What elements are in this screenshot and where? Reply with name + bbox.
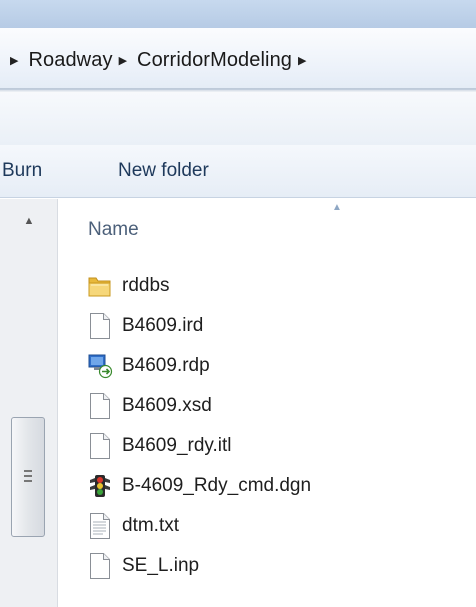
microstation-dgn-icon	[86, 470, 114, 502]
list-item[interactable]: B4609.rdp	[86, 349, 210, 383]
file-name: rddbs	[122, 275, 170, 296]
grip-icon	[24, 470, 32, 482]
file-name: B4609.xsd	[122, 395, 212, 416]
navigation-pane-scrollbar[interactable]: ▲	[0, 199, 58, 607]
folder-icon	[86, 270, 114, 302]
list-item[interactable]: B4609_rdy.itl	[86, 429, 232, 463]
file-icon	[86, 550, 114, 582]
remote-desktop-file-icon	[86, 350, 114, 382]
file-name: dtm.txt	[122, 515, 180, 536]
file-name: B-4609_Rdy_cmd.dgn	[122, 475, 312, 496]
text-file-icon	[86, 510, 114, 542]
list-item[interactable]: B4609.xsd	[86, 389, 212, 423]
breadcrumb-item-roadway[interactable]: Roadway	[28, 49, 112, 72]
file-name: SE_L.inp	[122, 555, 200, 576]
command-toolbar: Burn New folder	[0, 145, 476, 198]
breadcrumb-item-corridormodeling[interactable]: CorridorModeling	[137, 49, 292, 72]
column-header-name[interactable]: Name	[88, 219, 139, 241]
window-top-strip	[0, 0, 476, 28]
address-bar[interactable]: ▶ Roadway ▶ CorridorModeling ▶	[0, 28, 476, 90]
breadcrumb-arrow-icon[interactable]: ▶	[298, 54, 306, 67]
scroll-up-icon[interactable]: ▲	[18, 213, 40, 229]
list-item[interactable]: rddbs	[86, 269, 170, 303]
file-name: B4609_rdy.itl	[122, 435, 232, 456]
file-list: ▲ Name rddbs B4609.ird B4609.rdp B4609.x…	[58, 199, 476, 607]
breadcrumb: ▶ Roadway ▶ CorridorModeling ▶	[10, 43, 317, 77]
file-icon	[86, 310, 114, 342]
file-name: B4609.rdp	[122, 355, 210, 376]
breadcrumb-arrow-icon[interactable]: ▶	[10, 54, 18, 67]
list-item[interactable]: B4609.ird	[86, 309, 203, 343]
new-folder-button[interactable]: New folder	[118, 160, 209, 182]
burn-button[interactable]: Burn	[2, 160, 42, 182]
list-item[interactable]: dtm.txt	[86, 509, 179, 543]
scrollbar-thumb[interactable]	[11, 417, 45, 537]
menu-band	[0, 93, 476, 145]
list-item[interactable]: B-4609_Rdy_cmd.dgn	[86, 469, 311, 503]
breadcrumb-arrow-icon[interactable]: ▶	[119, 54, 127, 67]
file-name: B4609.ird	[122, 315, 204, 336]
file-icon	[86, 430, 114, 462]
file-icon	[86, 390, 114, 422]
sort-ascending-icon: ▲	[332, 202, 342, 213]
list-item[interactable]: SE_L.inp	[86, 549, 199, 583]
